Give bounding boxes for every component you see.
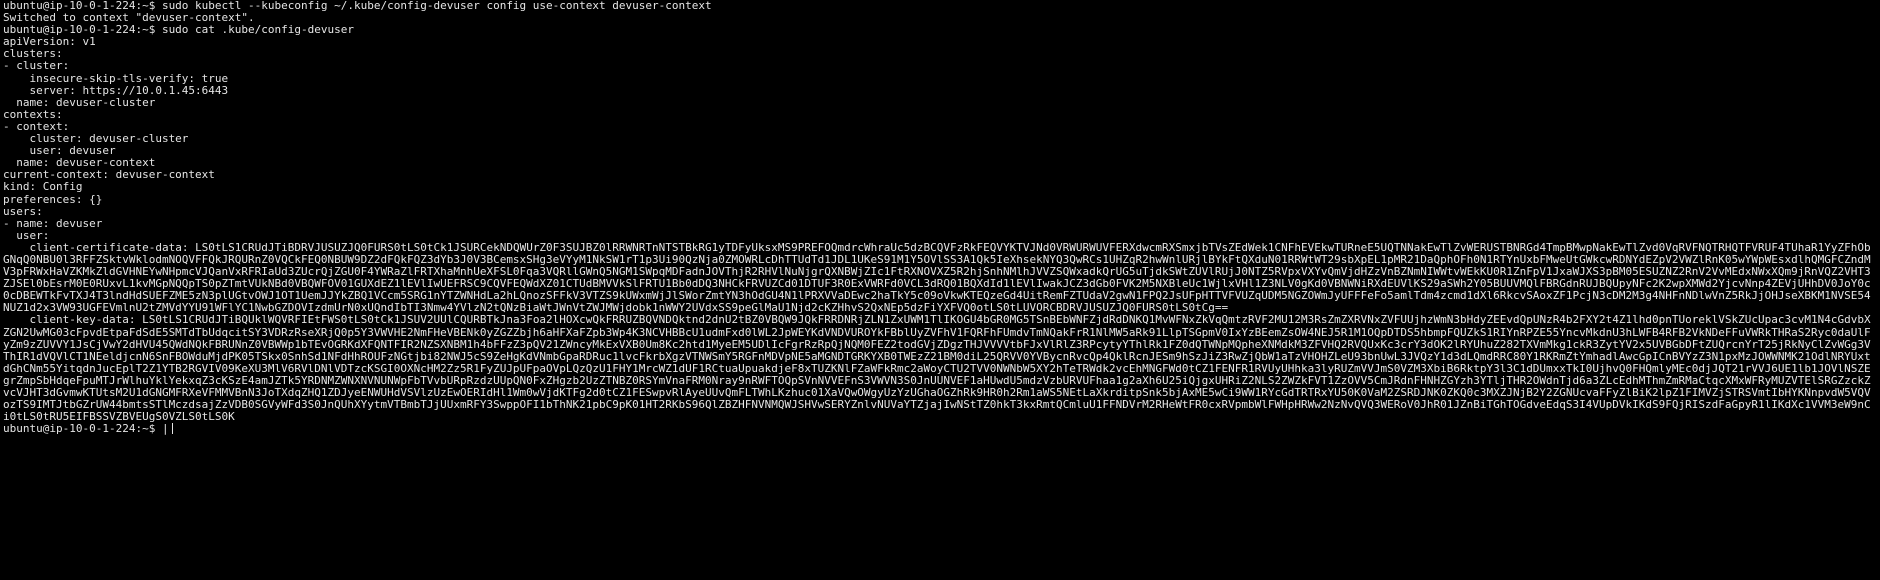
output-line: insecure-skip-tls-verify: true bbox=[3, 71, 229, 85]
output-line: preferences: {} bbox=[3, 192, 103, 206]
output-line: cluster: devuser-cluster bbox=[3, 132, 189, 146]
terminal-output: ubuntu@ip-10-0-1-224:~$ sudo kubectl --k… bbox=[3, 0, 1877, 435]
output-line: user: devuser bbox=[3, 144, 116, 158]
output-line: - name: devuser bbox=[3, 216, 103, 230]
output-line: server: https://10.0.1.45:6443 bbox=[3, 83, 229, 97]
text-cursor bbox=[171, 423, 173, 435]
prompt-text: ubuntu@ip-10-0-1-224:~$ | bbox=[3, 422, 169, 436]
output-line: name: devuser-cluster bbox=[3, 95, 156, 109]
output-line: - cluster: bbox=[3, 59, 70, 73]
output-line: users: bbox=[3, 204, 43, 218]
command-line: ubuntu@ip-10-0-1-224:~$ sudo kubectl --k… bbox=[3, 0, 712, 12]
output-line: clusters: bbox=[3, 47, 63, 61]
output-line: name: devuser-context bbox=[3, 156, 156, 170]
output-line: contexts: bbox=[3, 107, 63, 121]
command-line: ubuntu@ip-10-0-1-224:~$ sudo cat .kube/c… bbox=[3, 23, 354, 37]
output-line: apiVersion: v1 bbox=[3, 35, 96, 49]
client-certificate-data: client-certificate-data: LS0tLS1CRUdJTiB… bbox=[3, 240, 1871, 315]
output-line: - context: bbox=[3, 119, 70, 133]
client-key-data: client-key-data: LS0tLS1CRUdJTiBQUklWQVR… bbox=[3, 313, 1871, 424]
terminal-window[interactable]: ubuntu@ip-10-0-1-224:~$ sudo kubectl --k… bbox=[0, 0, 1880, 580]
output-line: current-context: devuser-context bbox=[3, 168, 215, 182]
prompt-line[interactable]: ubuntu@ip-10-0-1-224:~$ | bbox=[3, 423, 1877, 435]
output-line: kind: Config bbox=[3, 180, 83, 194]
